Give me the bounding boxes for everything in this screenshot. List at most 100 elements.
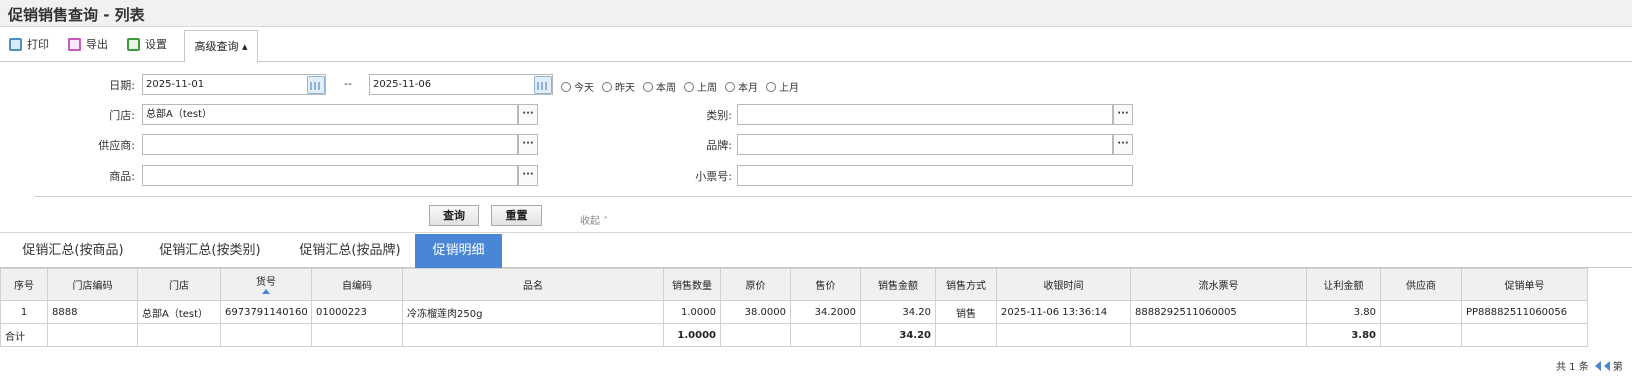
radio-icon <box>684 81 694 92</box>
record-count: 共 1 条 <box>1556 362 1589 373</box>
page-prefix: 第 <box>1612 362 1623 373</box>
date-from-input[interactable]: 2025-11-01 <box>142 74 326 95</box>
category-label: 类别: <box>706 109 732 122</box>
date-to-calendar-icon[interactable] <box>534 76 552 94</box>
total-amount: 34.20 <box>860 323 936 347</box>
total-discount: 3.80 <box>1306 323 1381 347</box>
cell-store-code: 8888 <box>47 300 138 324</box>
settings-button[interactable]: 设置 <box>127 35 167 53</box>
quick-this-month[interactable]: 本月 <box>725 79 758 94</box>
edit-icon <box>127 37 140 51</box>
category-input[interactable] <box>737 104 1113 125</box>
cell-qty: 1.0000 <box>663 300 721 324</box>
export-label: 导出 <box>86 38 108 51</box>
receipt-input[interactable] <box>737 165 1133 186</box>
cell-supplier <box>1380 300 1462 324</box>
store-label: 门店: <box>109 109 135 122</box>
column-header[interactable]: 让利金额 <box>1306 268 1381 301</box>
form-divider <box>34 196 1632 197</box>
collapse-link[interactable]: 收起 ˄ <box>580 212 608 227</box>
product-picker-button[interactable]: ··· <box>518 165 538 186</box>
cell-self-code: 01000223 <box>311 300 403 324</box>
tab-summary-by-brand[interactable]: 促销汇总(按品牌) <box>285 234 415 268</box>
first-page-icon[interactable] <box>1594 360 1601 371</box>
brand-label: 品牌: <box>706 139 732 152</box>
cell-serial: 8888292511060005 <box>1130 300 1307 324</box>
cell-price: 34.2000 <box>790 300 861 324</box>
print-label: 打印 <box>27 38 49 51</box>
title-bar: 促销销售查询 - 列表 <box>0 0 1632 27</box>
tab-summary-by-product[interactable]: 促销汇总(按商品) <box>8 234 138 268</box>
quick-today[interactable]: 今天 <box>561 79 594 94</box>
column-header[interactable]: 售价 <box>790 268 861 301</box>
table-header-row: 序号 门店编码 门店 货号 自编码 品名 销售数量 原价 售价 销售金额 销售方… <box>0 268 1588 301</box>
product-input[interactable] <box>142 165 518 186</box>
column-header[interactable]: 流水票号 <box>1130 268 1307 301</box>
tab-promo-detail[interactable]: 促销明细 <box>415 234 502 268</box>
column-header[interactable]: 序号 <box>0 268 48 301</box>
detail-table: 序号 门店编码 门店 货号 自编码 品名 销售数量 原价 售价 销售金额 销售方… <box>0 268 1588 347</box>
receipt-label: 小票号: <box>695 170 732 183</box>
column-header[interactable]: 促销单号 <box>1461 268 1588 301</box>
table-row[interactable]: 1 8888 总部A（test） 6973791140160 01000223 … <box>0 300 1588 324</box>
date-label: 日期: <box>109 79 135 92</box>
date-to-input[interactable]: 2025-11-06 <box>369 74 553 95</box>
column-header-sorted[interactable]: 货号 <box>220 268 312 301</box>
supplier-label: 供应商: <box>98 139 135 152</box>
tab-summary-by-category[interactable]: 促销汇总(按类别) <box>145 234 275 268</box>
date-from-calendar-icon[interactable] <box>307 76 325 94</box>
sort-asc-icon <box>262 289 270 294</box>
export-button[interactable]: 导出 <box>68 35 108 53</box>
report-tabs: 促销汇总(按商品) 促销汇总(按类别) 促销汇总(按品牌) 促销明细 <box>0 232 1632 268</box>
store-picker-button[interactable]: ··· <box>518 104 538 125</box>
column-header[interactable]: 门店编码 <box>47 268 138 301</box>
radio-icon <box>725 81 735 92</box>
store-input[interactable]: 总部A（test） <box>142 104 518 125</box>
supplier-picker-button[interactable]: ··· <box>518 134 538 155</box>
total-label: 合计 <box>0 323 48 347</box>
reset-button[interactable]: 重置 <box>491 205 542 226</box>
category-picker-button[interactable]: ··· <box>1113 104 1133 125</box>
column-header[interactable]: 销售数量 <box>663 268 721 301</box>
radio-icon <box>643 81 653 92</box>
quick-this-week[interactable]: 本周 <box>643 79 676 94</box>
total-qty: 1.0000 <box>663 323 721 347</box>
column-header[interactable]: 销售方式 <box>935 268 997 301</box>
page-title: 促销销售查询 - 列表 <box>8 6 145 24</box>
column-header[interactable]: 原价 <box>720 268 791 301</box>
radio-icon <box>766 81 776 92</box>
column-header[interactable]: 供应商 <box>1380 268 1462 301</box>
prev-page-icon[interactable] <box>1603 360 1610 371</box>
cell-orig-price: 38.0000 <box>720 300 791 324</box>
column-header[interactable]: 门店 <box>137 268 221 301</box>
print-button[interactable]: 打印 <box>9 35 49 53</box>
table-total-row: 合计 1.0000 34.20 3.80 <box>0 323 1588 347</box>
radio-icon <box>561 81 571 92</box>
pager: 共 1 条 第 <box>1556 358 1623 373</box>
column-header[interactable]: 销售金额 <box>860 268 936 301</box>
supplier-input[interactable] <box>142 134 518 155</box>
settings-label: 设置 <box>145 38 167 51</box>
column-header[interactable]: 自编码 <box>311 268 403 301</box>
toolbar: 打印 导出 设置 高级查询 ▴ <box>0 27 1632 63</box>
product-label: 商品: <box>109 170 135 183</box>
brand-input[interactable] <box>737 134 1113 155</box>
cell-method: 销售 <box>935 300 997 324</box>
advanced-query-tab[interactable]: 高级查询 ▴ <box>184 30 258 63</box>
cell-amount: 34.20 <box>860 300 936 324</box>
brand-picker-button[interactable]: ··· <box>1113 134 1133 155</box>
search-form: 日期: 2025-11-01 -- 2025-11-06 今天 昨天 本周 上周… <box>0 62 1632 232</box>
cell-time: 2025-11-06 13:36:14 <box>996 300 1131 324</box>
radio-icon <box>602 81 612 92</box>
query-button[interactable]: 查询 <box>429 205 479 226</box>
cell-store: 总部A（test） <box>137 300 221 324</box>
cell-product-name: 冷冻榴莲肉250g <box>402 300 664 324</box>
quick-last-week[interactable]: 上周 <box>684 79 717 94</box>
printer-icon <box>9 37 22 51</box>
quick-yesterday[interactable]: 昨天 <box>602 79 635 94</box>
cell-no: 1 <box>0 300 48 324</box>
quick-last-month[interactable]: 上月 <box>766 79 799 94</box>
column-header[interactable]: 品名 <box>402 268 664 301</box>
column-header[interactable]: 收银时间 <box>996 268 1131 301</box>
cell-promo-no: PP88882511060056 <box>1461 300 1588 324</box>
